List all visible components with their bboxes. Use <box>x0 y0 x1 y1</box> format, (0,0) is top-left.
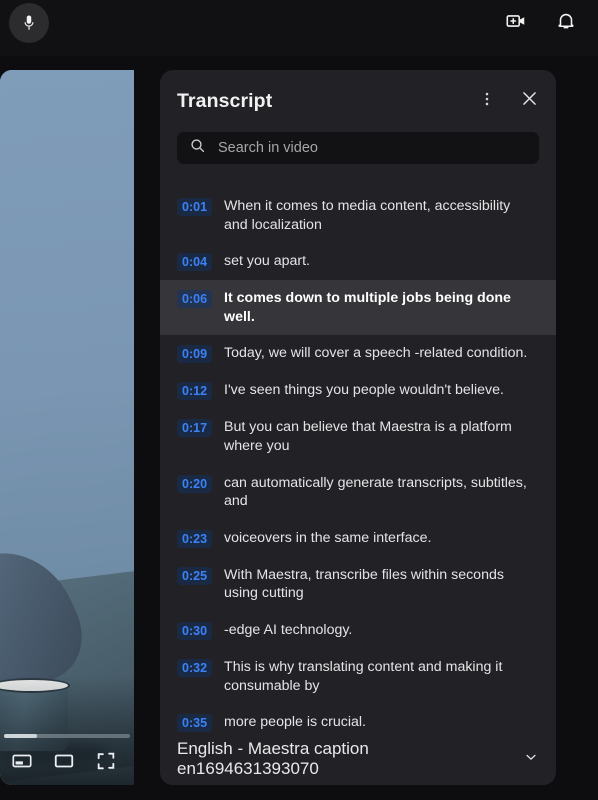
transcript-cue-list[interactable]: 0:01 When it comes to media content, acce… <box>160 188 556 733</box>
cue-timestamp[interactable]: 0:17 <box>177 419 213 438</box>
cue-timestamp[interactable]: 0:01 <box>177 198 213 216</box>
transcript-panel-header: Transcript <box>160 70 556 132</box>
cue-text: It comes down to multiple jobs being don… <box>224 290 511 325</box>
microphone-button[interactable] <box>9 3 49 43</box>
playback-progress-fill <box>4 734 37 738</box>
cue-text: -edge AI technology. <box>224 621 353 638</box>
search-section <box>160 132 556 174</box>
subtitles-icon <box>11 750 33 777</box>
microphone-icon <box>20 14 38 32</box>
miniplayer-icon <box>53 750 75 777</box>
top-bar-actions <box>504 11 578 35</box>
transcript-cue-row[interactable]: 0:32 This is why translating content and … <box>160 649 556 704</box>
cue-text: can automatically generate transcripts, … <box>224 474 527 510</box>
cue-timestamp[interactable]: 0:30 <box>177 621 213 640</box>
transcript-panel-footer: English - Maestra caption en169463139307… <box>160 733 556 785</box>
cue-timestamp[interactable]: 0:35 <box>177 714 213 733</box>
cue-text: voiceovers in the same interface. <box>224 529 432 546</box>
transcript-cue-row[interactable]: 0:30 -edge AI technology. <box>160 612 556 649</box>
cue-text: Today, we will cover a speech -related c… <box>224 345 528 362</box>
transcript-cue-row[interactable]: 0:17 But you can believe that Maestra is … <box>160 409 556 464</box>
cue-timestamp[interactable]: 0:20 <box>177 474 213 493</box>
transcript-cue-row[interactable]: 0:25 With Maestra, transcribe files withi… <box>160 557 556 612</box>
cue-timestamp[interactable]: 0:32 <box>177 658 213 677</box>
transcript-cue-row[interactable]: 0:01 When it comes to media content, acce… <box>160 188 556 243</box>
kebab-menu-icon <box>478 90 496 113</box>
cue-text: But you can believe that Maestra is a pl… <box>224 419 512 454</box>
bell-icon <box>555 10 577 37</box>
panel-header-actions <box>476 90 540 112</box>
page-title: Transcript <box>177 89 273 112</box>
transcript-cue-row[interactable]: 0:20 can automatically generate transcrip… <box>160 465 556 520</box>
fullscreen-button[interactable] <box>92 749 120 777</box>
transcript-cue-row[interactable]: 0:06 It comes down to multiple jobs being… <box>160 280 556 336</box>
subtitles-button[interactable] <box>8 749 36 777</box>
video-player[interactable] <box>0 70 134 785</box>
chevron-down-icon <box>523 749 539 770</box>
player-controls <box>0 741 134 785</box>
miniplayer-button[interactable] <box>50 749 78 777</box>
search-input[interactable] <box>218 140 527 156</box>
cue-timestamp[interactable]: 0:09 <box>177 345 213 364</box>
notifications-button[interactable] <box>554 11 578 35</box>
cue-text: With Maestra, transcribe files within se… <box>224 566 504 602</box>
cue-text: This is why translating content and maki… <box>224 658 503 694</box>
cue-timestamp[interactable]: 0:12 <box>177 382 213 401</box>
cue-text: When it comes to media content, accessib… <box>224 198 511 233</box>
cue-text: more people is crucial. <box>224 714 366 731</box>
search-icon <box>189 137 206 159</box>
fullscreen-icon <box>95 750 117 777</box>
transcript-cue-row[interactable]: 0:09 Today, we will cover a speech -relat… <box>160 335 556 372</box>
transcript-app-window: Transcript Search in video 0:01 When it … <box>0 0 598 800</box>
transcript-cue-row[interactable]: 0:23 voiceovers in the same interface. <box>160 520 556 557</box>
transcript-panel: Transcript Search in video 0:01 When it … <box>160 70 556 785</box>
transcript-cue-row[interactable]: 0:35 more people is crucial. <box>160 704 556 733</box>
more-options-button[interactable] <box>476 90 498 112</box>
video-background-wall <box>0 70 134 590</box>
close-panel-button[interactable] <box>518 90 540 112</box>
close-icon <box>519 88 540 114</box>
cue-timestamp[interactable]: 0:23 <box>177 529 213 548</box>
cue-timestamp[interactable]: 0:06 <box>177 290 213 309</box>
cue-timestamp[interactable]: 0:04 <box>177 253 213 272</box>
caption-language-selector[interactable]: English - Maestra caption en169463139307… <box>177 739 539 779</box>
create-video-button[interactable] <box>504 11 528 35</box>
cue-text: set you apart. <box>224 253 310 270</box>
transcript-cue-row[interactable]: 0:12 I've seen things you people wouldn't… <box>160 372 556 409</box>
search-box[interactable] <box>177 132 539 164</box>
video-plus-icon <box>505 10 527 37</box>
top-app-bar <box>0 0 598 56</box>
transcript-cue-row[interactable]: 0:04 set you apart. <box>160 243 556 280</box>
cue-text: I've seen things you people wouldn't bel… <box>224 382 504 399</box>
cue-timestamp[interactable]: 0:25 <box>177 566 213 585</box>
playback-progress-bar[interactable] <box>4 734 130 738</box>
caption-language-label: English - Maestra caption en169463139307… <box>177 739 369 778</box>
